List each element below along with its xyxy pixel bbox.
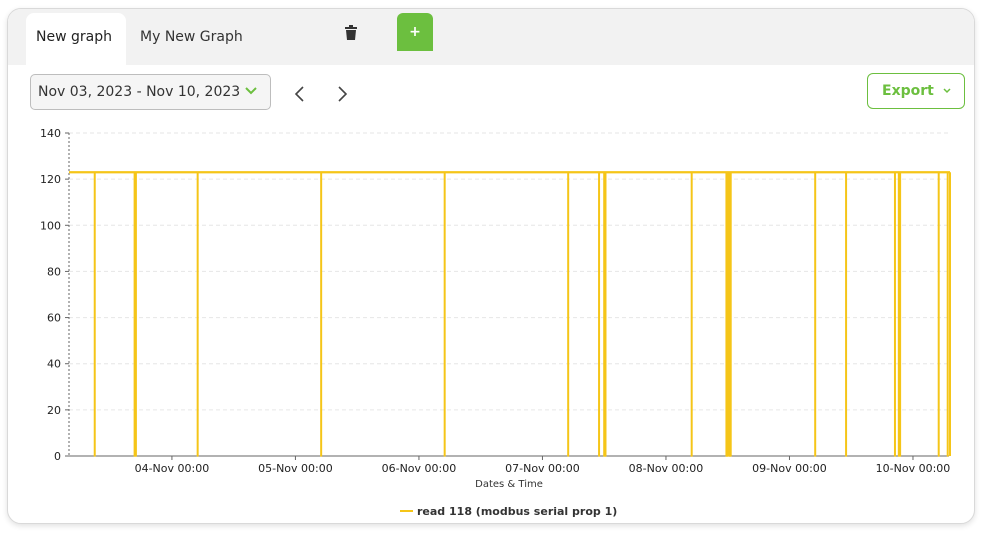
- legend-label: read 118 (modbus serial prop 1): [417, 505, 617, 518]
- data-point: [899, 455, 902, 457]
- y-tick-label: 0: [54, 450, 61, 463]
- data-point: [604, 455, 607, 457]
- data-point: [946, 455, 949, 457]
- data-point: [320, 455, 323, 457]
- data-point: [567, 455, 570, 457]
- x-tick-label: 04-Nov 00:00: [135, 462, 210, 475]
- y-tick-label: 100: [40, 219, 61, 232]
- y-tick-label: 40: [47, 358, 61, 371]
- data-point: [937, 455, 940, 457]
- data-point: [135, 455, 137, 457]
- line-chart: 0 20 40 60 80 100 120 140 04-Nov 00:00 05-Nov 00:…: [40, 127, 951, 518]
- y-tick-label: 140: [40, 127, 61, 140]
- y-tick-label: 20: [47, 404, 61, 417]
- x-tick-label: 09-Nov 00:00: [752, 462, 827, 475]
- data-point: [729, 455, 732, 457]
- x-tick-label: 05-Nov 00:00: [258, 462, 333, 475]
- x-axis-title: Dates & Time: [475, 479, 543, 490]
- y-tick-label: 60: [47, 312, 61, 325]
- y-tick-label: 80: [47, 265, 61, 278]
- graph-card: New graph My New Graph + Nov 03, 2023 - …: [7, 8, 975, 524]
- data-point: [690, 455, 693, 457]
- data-point: [196, 455, 199, 457]
- data-point: [598, 455, 600, 457]
- x-tick-label: 08-Nov 00:00: [629, 462, 704, 475]
- data-point: [93, 455, 96, 457]
- data-point: [726, 455, 729, 457]
- y-tick-label: 120: [40, 173, 61, 186]
- legend-item: read 118 (modbus serial prop 1): [400, 505, 617, 518]
- data-point: [814, 455, 817, 457]
- data-point: [443, 455, 446, 457]
- data-point: [845, 455, 847, 457]
- x-tick-label: 06-Nov 00:00: [382, 462, 457, 475]
- x-tick-label: 10-Nov 00:00: [876, 462, 951, 475]
- data-point: [894, 455, 896, 457]
- x-tick-label: 07-Nov 00:00: [505, 462, 580, 475]
